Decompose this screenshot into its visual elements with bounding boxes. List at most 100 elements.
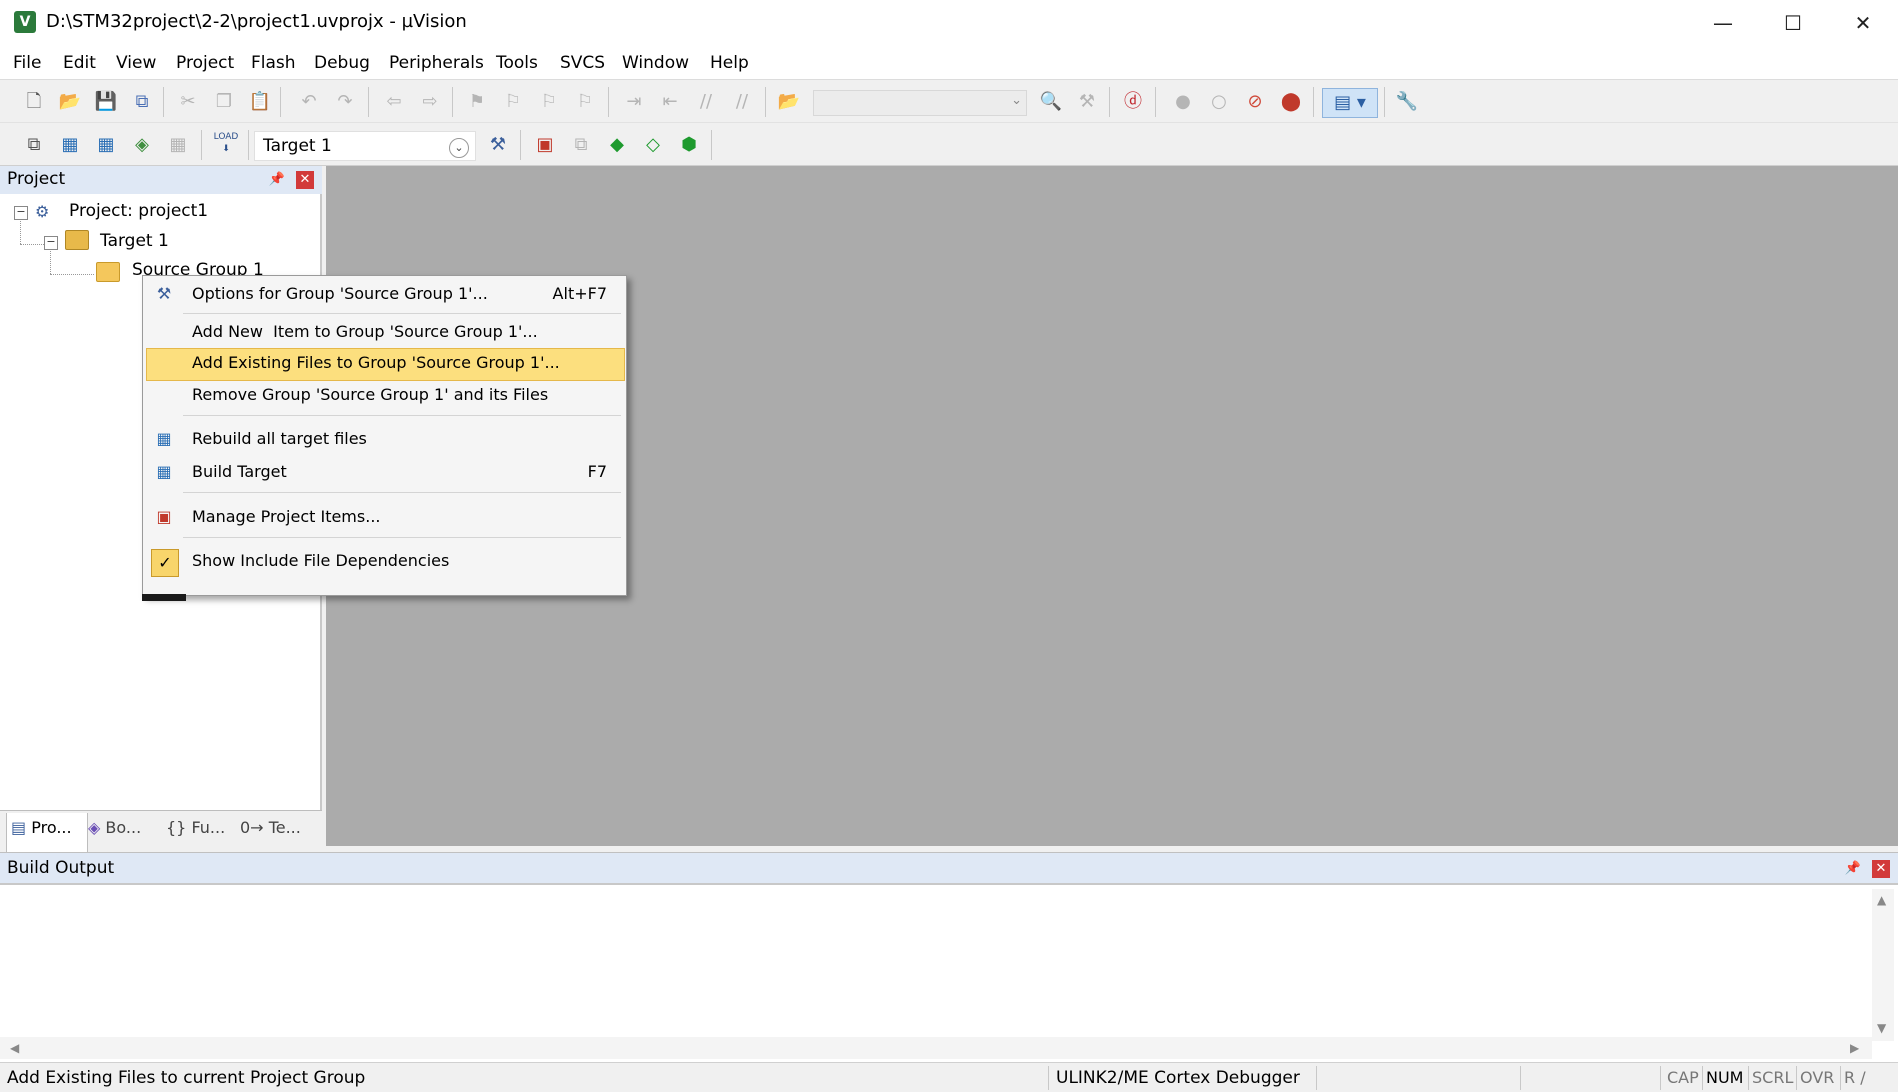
stop-build-icon[interactable]: ▦ xyxy=(164,131,192,159)
bookmark-icon[interactable]: ⚑ xyxy=(463,88,491,116)
menu-debug[interactable]: Debug xyxy=(314,53,370,73)
menu-help[interactable]: Help xyxy=(710,53,749,73)
collapse-project-icon[interactable]: − xyxy=(14,206,28,220)
pin-icon[interactable]: 📌 xyxy=(1844,860,1862,878)
uvision-icon[interactable]: V xyxy=(14,11,36,33)
scroll-left-icon[interactable]: ◀ xyxy=(10,1041,19,1055)
open-file-icon[interactable]: 📂 xyxy=(56,88,84,116)
select-packs-icon[interactable]: ⧉ xyxy=(567,131,595,159)
unindent-icon[interactable]: ⇤ xyxy=(656,88,684,116)
scroll-down-icon[interactable]: ▼ xyxy=(1877,1021,1886,1035)
next-bookmark-icon[interactable]: ⚐ xyxy=(535,88,563,116)
navigate-back-icon[interactable]: ⇦ xyxy=(380,88,408,116)
menu-flash[interactable]: Flash xyxy=(251,53,296,73)
enable-breakpoint-icon[interactable]: ○ xyxy=(1205,88,1233,116)
menu-item-label: Rebuild all target files xyxy=(192,429,367,448)
options-wand-icon[interactable]: ⚒ xyxy=(484,131,512,159)
target-select[interactable]: Target 1 ⌄ xyxy=(254,131,476,161)
tab-books[interactable]: ◈ Bo... xyxy=(84,813,162,853)
build-output-header: Build Output 📌 ✕ xyxy=(0,853,1898,885)
rebuild-icon[interactable]: ▦ xyxy=(92,131,120,159)
close-button[interactable]: ✕ xyxy=(1828,0,1898,46)
menu-item-add-new-item[interactable]: Add New Item to Group 'Source Group 1'..… xyxy=(146,317,623,348)
manage-items-icon: ▣ xyxy=(156,507,172,526)
close-panel-icon[interactable]: ✕ xyxy=(296,171,314,189)
minimize-button[interactable]: — xyxy=(1688,0,1758,46)
menu-item-manage-project-items[interactable]: ▣ Manage Project Items... xyxy=(146,502,623,533)
menu-window[interactable]: Window xyxy=(622,53,689,73)
menu-item-label: Manage Project Items... xyxy=(192,507,381,526)
menu-tools[interactable]: Tools xyxy=(496,53,538,73)
file-toolbar: 🗋 📂 💾 ⧉ ✂ ❐ 📋 ↶ ↷ ⇦ ⇨ ⚑ ⚐ ⚐ ⚐ ⇥ ⇤ // // … xyxy=(0,81,1898,123)
menu-item-build-target[interactable]: ▦ Build Target F7 xyxy=(146,457,623,488)
save-all-icon[interactable]: ⧉ xyxy=(128,88,156,116)
collapse-target-icon[interactable]: − xyxy=(44,236,58,250)
tree-target[interactable]: Target 1 xyxy=(100,231,169,251)
options-wand-icon: ⚒ xyxy=(156,284,172,303)
menu-file[interactable]: File xyxy=(13,53,41,73)
maximize-button[interactable]: ☐ xyxy=(1758,0,1828,46)
menu-project[interactable]: Project xyxy=(176,53,234,73)
rw-indicator: R / xyxy=(1844,1068,1866,1087)
tab-functions[interactable]: {} Fu... xyxy=(162,813,240,853)
uncomment-icon[interactable]: // xyxy=(728,88,756,116)
redo-icon[interactable]: ↷ xyxy=(331,88,359,116)
scroll-up-icon[interactable]: ▲ xyxy=(1877,893,1886,907)
tab-project[interactable]: ▤ Pro... xyxy=(6,813,88,854)
chevron-down-icon[interactable]: ⌄ xyxy=(1011,93,1022,108)
menu-edit[interactable]: Edit xyxy=(63,53,96,73)
indent-icon[interactable]: ⇥ xyxy=(620,88,648,116)
prev-bookmark-icon[interactable]: ⚐ xyxy=(499,88,527,116)
menu-item-add-existing-files[interactable]: Add Existing Files to Group 'Source Grou… xyxy=(146,348,625,381)
menu-item-remove-group[interactable]: Remove Group 'Source Group 1' and its Fi… xyxy=(146,380,623,411)
menu-item-show-include-deps[interactable]: ✓ Show Include File Dependencies xyxy=(146,546,623,577)
status-message: Add Existing Files to current Project Gr… xyxy=(7,1068,366,1088)
tree-project[interactable]: Project: project1 xyxy=(69,201,208,221)
menu-svcs[interactable]: SVCS xyxy=(560,53,605,73)
insert-breakpoint-icon[interactable]: ● xyxy=(1169,88,1197,116)
scroll-right-icon[interactable]: ▶ xyxy=(1850,1041,1859,1055)
pin-icon[interactable]: 📌 xyxy=(268,171,286,189)
build-icon[interactable]: ▦ xyxy=(56,131,84,159)
menu-item-rebuild-all[interactable]: ▦ Rebuild all target files xyxy=(146,424,623,455)
disable-breakpoints-icon[interactable]: ⊘ xyxy=(1241,88,1269,116)
cut-icon[interactable]: ✂ xyxy=(174,88,202,116)
load-icon[interactable]: LOAD ⬇ xyxy=(212,131,240,159)
manage-components-icon[interactable]: ⬢ xyxy=(675,131,703,159)
clear-bookmarks-icon[interactable]: ⚐ xyxy=(571,88,599,116)
batch-build-icon[interactable]: ◈ xyxy=(128,131,156,159)
find-in-files-icon[interactable]: 📂 xyxy=(775,88,803,116)
menu-peripherals[interactable]: Peripherals xyxy=(389,53,484,73)
copy-icon[interactable]: ❐ xyxy=(210,88,238,116)
close-panel-icon[interactable]: ✕ xyxy=(1872,860,1890,878)
tab-templates[interactable]: 0→ Te... xyxy=(236,813,320,853)
save-icon[interactable]: 💾 xyxy=(92,88,120,116)
menu-bar: File Edit View Project Flash Debug Perip… xyxy=(0,46,1898,80)
debug-session-icon[interactable]: ⓓ xyxy=(1119,88,1147,116)
new-file-icon[interactable]: 🗋 xyxy=(20,88,48,116)
horizontal-scrollbar[interactable]: ◀ ▶ xyxy=(0,1037,1872,1059)
incremental-find-icon[interactable]: ⚒ xyxy=(1073,88,1101,116)
build-output-text[interactable] xyxy=(0,887,1870,1037)
project-panel-tabs: ▤ Pro... ◈ Bo... {} Fu... 0→ Te... xyxy=(0,810,322,854)
comment-icon[interactable]: // xyxy=(692,88,720,116)
rebuild-icon: ▦ xyxy=(156,429,172,448)
configure-wrench-icon[interactable]: 🔧 xyxy=(1393,88,1421,116)
pack-installer-icon[interactable]: ◆ xyxy=(603,131,631,159)
find-icon[interactable]: 🔍 xyxy=(1037,88,1065,116)
translate-icon[interactable]: ⧉ xyxy=(20,131,48,159)
manage-rte-icon[interactable]: ◇ xyxy=(639,131,667,159)
window-layout-icon[interactable]: ▤ ▾ xyxy=(1322,88,1378,118)
manage-items-icon[interactable]: ▣ xyxy=(531,131,559,159)
menu-item-label: Add New Item to Group 'Source Group 1'..… xyxy=(192,322,538,341)
find-combo[interactable]: ⌄ xyxy=(813,90,1027,116)
functions-tab-icon: {} xyxy=(166,818,187,837)
undo-icon[interactable]: ↶ xyxy=(295,88,323,116)
navigate-forward-icon[interactable]: ⇨ xyxy=(416,88,444,116)
menu-item-options-for-group[interactable]: ⚒ Options for Group 'Source Group 1'... … xyxy=(146,279,623,310)
paste-icon[interactable]: 📋 xyxy=(246,88,274,116)
chevron-down-icon[interactable]: ⌄ xyxy=(449,138,469,158)
vertical-scrollbar[interactable]: ▲ ▼ xyxy=(1872,889,1894,1041)
menu-view[interactable]: View xyxy=(116,53,156,73)
kill-breakpoints-icon[interactable]: ⬤ xyxy=(1277,88,1305,116)
